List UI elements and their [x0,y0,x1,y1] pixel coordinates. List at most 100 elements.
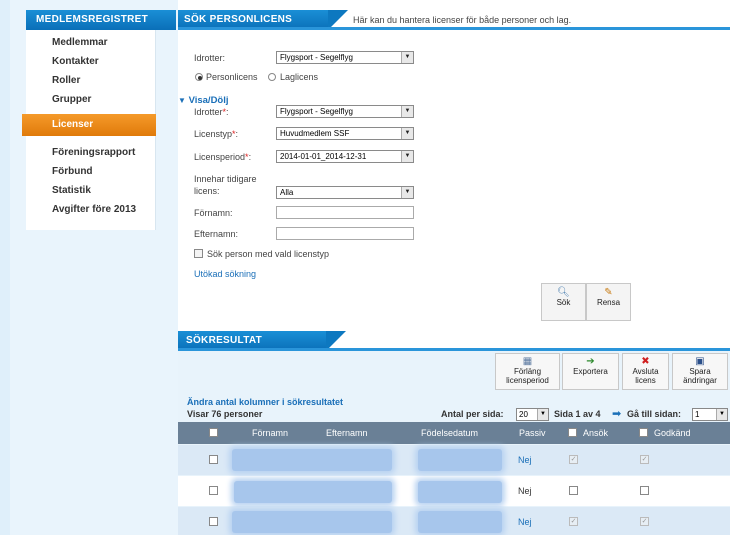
chevron-down-icon: ▼ [401,106,413,117]
passiv-value[interactable]: Nej [518,455,532,465]
godkand-checkbox: ✓ [640,455,649,464]
avsluta-licens-button[interactable]: ✖ Avsluta licens [622,353,669,390]
idrotter-label: Idrotter: [194,53,226,63]
spara-label-1: Spara [689,367,711,376]
idrotter2-select[interactable]: Flygsport - Segelflyg ▼ [276,105,414,118]
ansok-all-checkbox[interactable] [568,428,577,437]
radio-laglicens[interactable] [268,73,276,81]
goto-page-label: Gå till sidan: [627,409,682,419]
col-ansok[interactable]: Ansök [583,428,608,438]
outer-strip [0,0,10,535]
ansok-checkbox[interactable] [569,486,578,495]
godkand-all-checkbox[interactable] [639,428,648,437]
spara-andringar-button[interactable]: ▣ Spara ändringar [672,353,728,390]
forlang-licensperiod-button[interactable]: ▦ Förläng licensperiod [495,353,560,390]
godkand-checkbox[interactable] [640,486,649,495]
chevron-down-icon: ▼ [401,128,413,139]
sidebar-item-avgifter[interactable]: Avgifter före 2013 [52,204,136,215]
andra-kolumner-link[interactable]: Ändra antal kolumner i sökresultatet [187,397,343,407]
exportera-label: Exportera [573,367,608,376]
spara-label-2: ändringar [683,376,717,385]
avsluta-label-2: licens [635,376,656,385]
row-checkbox[interactable] [209,455,218,464]
next-page-arrow-icon[interactable]: ➡ [612,407,621,420]
licensperiod-label-text: Licensperiod [194,152,246,162]
fornamn-input[interactable] [276,206,414,219]
licenstyp-select[interactable]: Huvudmedlem SSF ▼ [276,127,414,140]
sidebar-item-statistik[interactable]: Statistik [52,185,91,196]
sidebar-item-medlemmar[interactable]: Medlemmar [52,37,108,48]
idrotter2-label-text: Idrotter [194,107,223,117]
avsluta-label-1: Avsluta [632,367,659,376]
table-row: Nej ✓ ✓ [178,445,730,475]
godkand-checkbox: ✓ [640,517,649,526]
triangle-down-icon: ▼ [178,96,186,105]
redacted-name [232,449,392,471]
sidebar-item-foreningsrapport[interactable]: Föreningsrapport [52,147,135,158]
licensperiod-label: Licensperiod*: [194,152,252,162]
rensa-button-label: Rensa [596,298,621,307]
col-fornamn[interactable]: Förnamn [252,428,288,438]
goto-page-value: 1 [695,410,700,419]
visa-dolj-toggle[interactable]: ▼ Visa/Dölj [178,95,229,106]
idrotter2-label: Idrotter*: [194,107,229,117]
sidebar-item-grupper[interactable]: Grupper [52,94,91,105]
chevron-down-icon: ▼ [401,151,413,162]
export-arrow-icon: ➔ [586,356,595,367]
sidebar-item-forbund[interactable]: Förbund [52,166,93,177]
row-checkbox[interactable] [209,486,218,495]
licensperiod-select[interactable]: 2014-01-01_2014-12-31 ▼ [276,150,414,163]
innehar-select[interactable]: Alla ▼ [276,186,414,199]
col-efternamn[interactable]: Efternamn [326,428,368,438]
sok-button-label: Sök [556,298,571,307]
passiv-value[interactable]: Nej [518,517,532,527]
redacted-name [232,511,392,533]
utokad-sokning-link[interactable]: Utökad sökning [194,269,256,279]
radio-personlicens[interactable] [195,73,203,81]
rensa-button[interactable]: ✎ Rensa [586,283,631,321]
sidebar-title: MEDLEMSREGISTRET [26,10,176,30]
table-row: Nej [178,476,730,506]
idrotter-select[interactable]: Flygsport - Segelflyg ▼ [276,51,414,64]
sidebar-item-licenser[interactable]: Licenser [22,114,156,136]
sok-button[interactable]: 🔍︎ Sök [541,283,586,321]
results-bar [178,348,730,351]
col-godkand[interactable]: Godkänd [654,428,691,438]
licenstyp-select-value: Huvudmedlem SSF [280,129,350,138]
chevron-down-icon: ▼ [401,52,413,63]
chevron-down-icon: ▼ [537,409,548,420]
redacted-birthdate [418,449,502,471]
passiv-value: Nej [518,486,532,496]
col-fodelsedatum[interactable]: Födelsedatum [421,428,478,438]
chevron-down-icon: ▼ [716,409,727,420]
radio-personlicens-label: Personlicens [206,72,258,82]
licensperiod-select-value: 2014-01-01_2014-12-31 [280,152,367,161]
per-page-select[interactable]: 20 ▼ [516,408,549,421]
redacted-name [234,481,392,503]
header-bar [178,27,730,30]
sok-vald-licenstyp-checkbox[interactable] [194,249,203,258]
licenstyp-label-text: Licenstyp [194,129,233,139]
efternamn-label: Efternamn: [194,229,239,239]
magnifier-icon: 🔍︎ [557,287,570,298]
goto-page-select[interactable]: 1 ▼ [692,408,728,421]
ansok-checkbox: ✓ [569,455,578,464]
floppy-disk-icon: ▣ [695,356,705,367]
sidebar-item-kontakter[interactable]: Kontakter [52,56,99,67]
result-count: Visar 76 personer [187,409,263,419]
innehar-label-2: licens: [194,186,220,196]
efternamn-input[interactable] [276,227,414,240]
exportera-button[interactable]: ➔ Exportera [562,353,619,390]
idrotter2-select-value: Flygsport - Segelflyg [280,107,353,116]
sok-vald-licenstyp-label: Sök person med vald licenstyp [207,249,330,259]
sidebar-item-roller[interactable]: Roller [52,75,80,86]
forlang-label-1: Förläng [513,367,542,376]
page-indicator: Sida 1 av 4 [554,409,601,419]
col-passiv[interactable]: Passiv [519,428,546,438]
innehar-label-1: Innehar tidigare [194,174,257,184]
forlang-label-2: licensperiod [506,376,549,385]
row-checkbox[interactable] [209,517,218,526]
table-row: Nej ✓ ✓ [178,507,730,535]
licenstyp-label: Licenstyp*: [194,129,239,139]
select-all-checkbox[interactable] [209,428,218,437]
